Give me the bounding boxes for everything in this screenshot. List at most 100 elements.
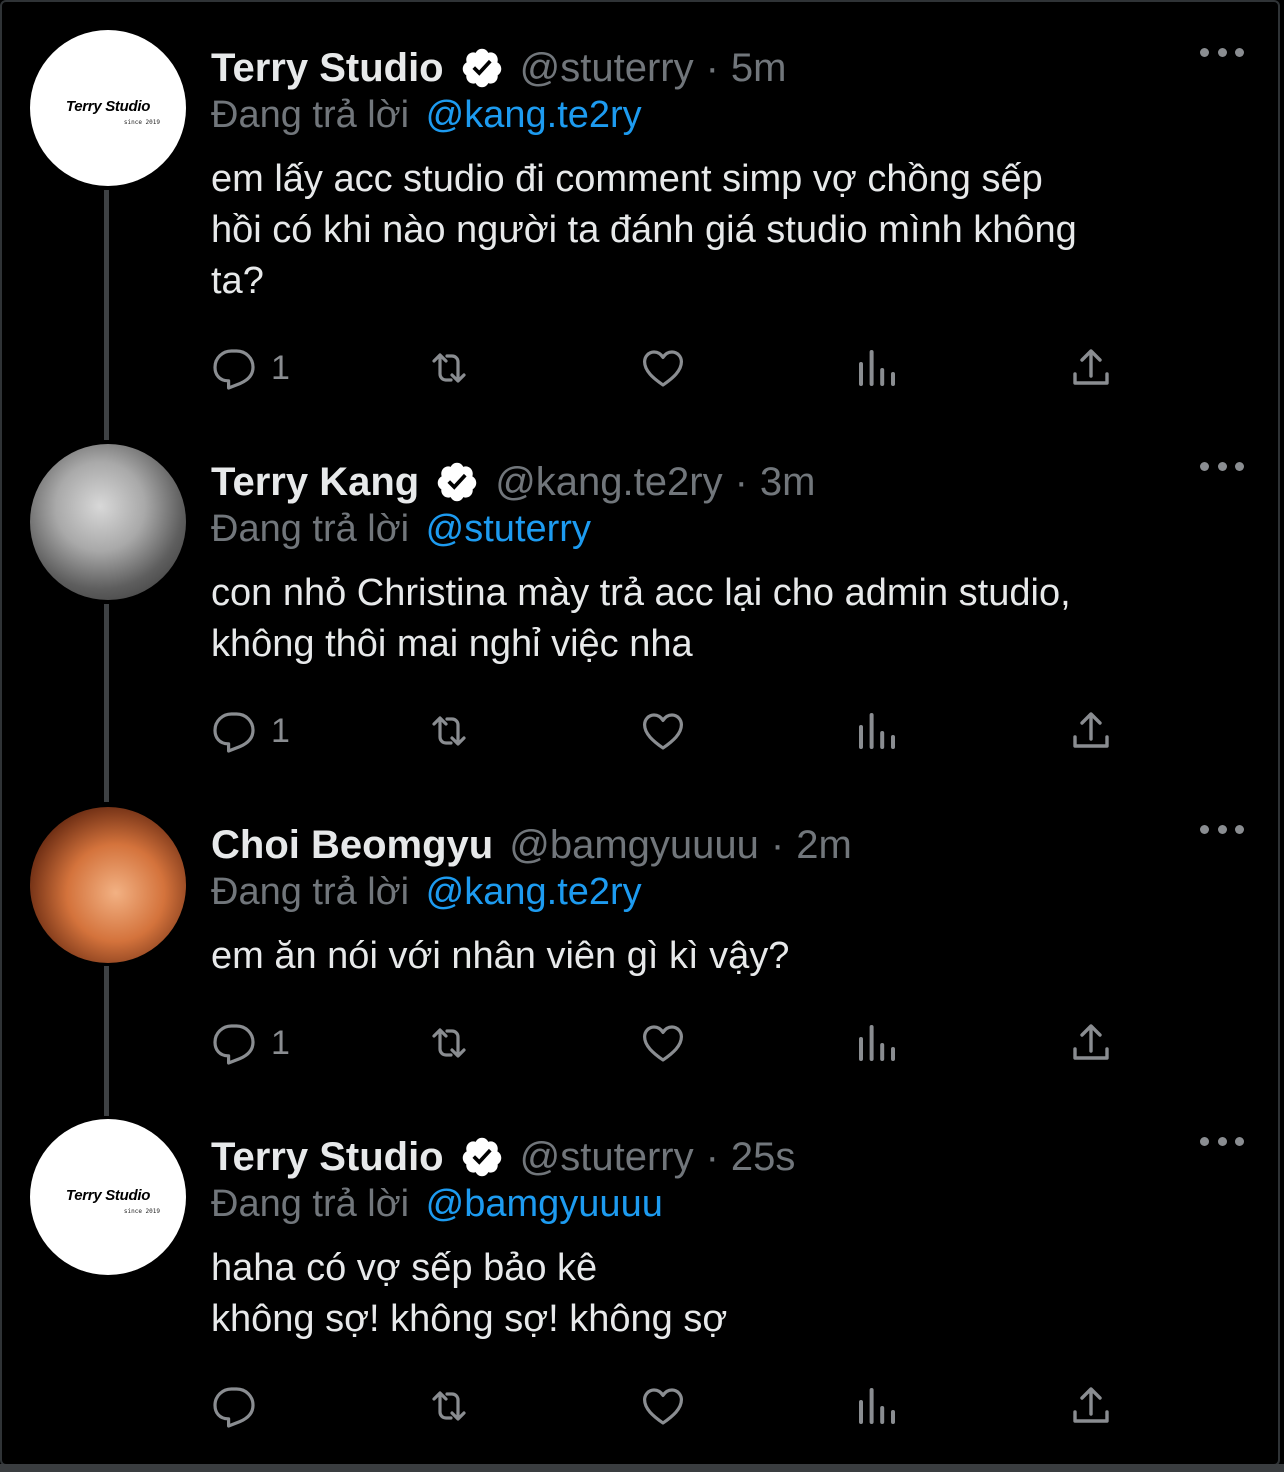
timestamp[interactable]: 25s (731, 1131, 796, 1183)
views-icon (859, 1388, 895, 1424)
tweet-text: em lấy acc studio đi comment simp vợ chồ… (211, 154, 1251, 307)
share-button[interactable] (1067, 706, 1115, 756)
tweet-text: con nhỏ Christina mày trả acc lại cho ad… (211, 568, 1251, 670)
avatar[interactable]: Terry Studio since 2019 (30, 30, 186, 186)
tweet-text-line: không sợ! không sợ! không sợ (211, 1298, 728, 1340)
reply-count: 1 (271, 348, 290, 387)
timestamp[interactable]: 3m (760, 456, 816, 508)
tweet-text-line: con nhỏ Christina mày trả acc lại cho ad… (211, 572, 1071, 614)
more-icon[interactable] (1200, 40, 1244, 64)
retweet-button[interactable] (425, 706, 473, 756)
more-icon[interactable] (1200, 454, 1244, 478)
user-handle[interactable]: @kang.te2ry (495, 456, 722, 508)
tweet[interactable]: Terry Kang @kang.te2ry · 3m Đang trả lời… (0, 444, 1284, 784)
tweet-text-line: em ăn nói với nhân viên gì kì vậy? (211, 935, 790, 977)
replying-to: Đang trả lời @stuterry (211, 504, 591, 554)
share-button[interactable] (1067, 1018, 1115, 1068)
separator: · (734, 460, 748, 504)
like-button[interactable] (639, 706, 687, 756)
share-button[interactable] (1067, 1381, 1115, 1431)
tweet-header: Terry Studio @stuterry · 5m (211, 42, 787, 94)
like-button[interactable] (639, 1018, 687, 1068)
avatar[interactable]: Terry Studio since 2019 (30, 1119, 186, 1275)
retweet-icon (432, 1391, 466, 1421)
display-name[interactable]: Terry Studio (211, 1131, 444, 1183)
retweet-icon (432, 353, 466, 383)
mention-link[interactable]: @stuterry (426, 508, 591, 550)
retweet-button[interactable] (425, 1018, 473, 1068)
tweet-actions (211, 1381, 1211, 1431)
studio-logo-text: Terry Studio (65, 1187, 151, 1204)
tweet-header: Choi Beomgyu @bamgyuuuu · 2m (211, 819, 852, 871)
reply-icon (213, 1024, 255, 1065)
share-icon (1073, 349, 1109, 385)
heart-icon (643, 713, 683, 750)
mention-link[interactable]: @kang.te2ry (426, 94, 642, 136)
studio-logo-text: Terry Studio (65, 98, 151, 115)
mention-link[interactable]: @bamgyuuuu (426, 1183, 663, 1225)
views-button[interactable] (853, 706, 901, 756)
heart-icon (643, 1025, 683, 1062)
heart-icon (643, 1388, 683, 1425)
avatar[interactable] (30, 444, 186, 600)
reply-icon (213, 349, 255, 390)
studio-logo-subtext: since 2019 (123, 1208, 160, 1215)
views-button[interactable] (853, 1381, 901, 1431)
tweet[interactable]: Terry Studio since 2019 Terry Studio @st… (0, 30, 1284, 420)
views-button[interactable] (853, 343, 901, 393)
views-button[interactable] (853, 1018, 901, 1068)
user-handle[interactable]: @stuterry (520, 1131, 694, 1183)
reply-icon (213, 712, 255, 753)
retweet-button[interactable] (425, 343, 473, 393)
views-icon (859, 350, 895, 386)
mention-link[interactable]: @kang.te2ry (426, 871, 642, 913)
verified-icon (437, 462, 477, 502)
tweet-text-line: em lấy acc studio đi comment simp vợ chồ… (211, 158, 1043, 200)
share-icon (1073, 712, 1109, 748)
tweet-text: haha có vợ sếp bảo kê không sợ! không sợ… (211, 1243, 1251, 1345)
reply-button[interactable] (211, 1381, 271, 1431)
reply-button[interactable]: 1 (211, 1018, 290, 1068)
avatar[interactable] (30, 807, 186, 963)
replying-prefix: Đang trả lời (211, 94, 410, 136)
tweet-text: em ăn nói với nhân viên gì kì vậy? (211, 931, 1251, 982)
reply-button[interactable]: 1 (211, 343, 290, 393)
like-button[interactable] (639, 1381, 687, 1431)
separator: · (705, 1135, 719, 1179)
tweet-actions: 1 (211, 343, 1211, 393)
views-icon (859, 713, 895, 749)
tweet-actions: 1 (211, 706, 1211, 756)
replying-to: Đang trả lời @bamgyuuuu (211, 1179, 663, 1229)
display-name[interactable]: Terry Kang (211, 456, 419, 508)
tweet-header: Terry Kang @kang.te2ry · 3m (211, 456, 816, 508)
reply-icon (213, 1387, 255, 1428)
tweet-header: Terry Studio @stuterry · 25s (211, 1131, 795, 1183)
more-icon[interactable] (1200, 817, 1244, 841)
reply-count: 1 (271, 1023, 290, 1062)
user-handle[interactable]: @stuterry (520, 42, 694, 94)
tweet[interactable]: Terry Studio since 2019 Terry Studio @st… (0, 1119, 1284, 1449)
replying-prefix: Đang trả lời (211, 1183, 410, 1225)
verified-icon (462, 1137, 501, 1177)
tweet-text-line: hồi có khi nào người ta đánh giá studio … (211, 209, 1077, 251)
retweet-button[interactable] (425, 1381, 473, 1431)
display-name[interactable]: Terry Studio (211, 42, 444, 94)
more-icon[interactable] (1200, 1129, 1244, 1153)
replying-to: Đang trả lời @kang.te2ry (211, 867, 642, 917)
user-handle[interactable]: @bamgyuuuu (509, 819, 759, 871)
separator: · (770, 823, 785, 867)
display-name[interactable]: Choi Beomgyu (211, 819, 493, 871)
timestamp[interactable]: 2m (796, 819, 852, 871)
like-button[interactable] (639, 343, 687, 393)
reply-button[interactable]: 1 (211, 706, 290, 756)
tweet-text-line: không thôi mai nghỉ việc nha (211, 623, 693, 665)
tweet-text-line: ta? (211, 260, 264, 302)
reply-count: 1 (271, 711, 290, 750)
share-button[interactable] (1067, 343, 1115, 393)
heart-icon (643, 350, 683, 387)
tweet[interactable]: Choi Beomgyu @bamgyuuuu · 2m Đang trả lờ… (0, 807, 1284, 1097)
retweet-icon (432, 1028, 466, 1058)
tweet-actions: 1 (211, 1018, 1211, 1068)
timestamp[interactable]: 5m (731, 42, 787, 94)
replying-prefix: Đang trả lời (211, 508, 410, 550)
